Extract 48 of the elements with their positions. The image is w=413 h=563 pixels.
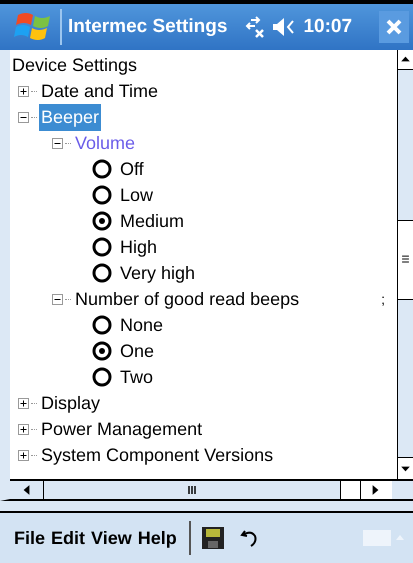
tree-item[interactable]: Number of good read beeps — [73, 286, 302, 312]
option-label[interactable]: Off — [120, 156, 144, 182]
expand-icon[interactable] — [18, 424, 29, 434]
radio-button[interactable] — [92, 211, 112, 231]
save-icon[interactable] — [200, 526, 225, 550]
scroll-up-icon[interactable] — [398, 50, 413, 70]
option-label[interactable]: Medium — [120, 208, 184, 234]
collapse-icon[interactable] — [52, 138, 63, 148]
menu-item[interactable]: File — [14, 524, 46, 552]
radio-button[interactable] — [92, 367, 112, 387]
option-label[interactable]: One — [120, 338, 154, 364]
scroll-right-icon[interactable] — [360, 481, 392, 499]
radio-button[interactable] — [92, 341, 112, 361]
close-icon — [385, 18, 403, 36]
radio-button[interactable] — [92, 159, 112, 179]
collapse-icon[interactable] — [18, 112, 29, 122]
close-button[interactable] — [379, 11, 409, 43]
scroll-down-icon[interactable] — [398, 457, 413, 479]
menu-item[interactable]: Help — [138, 524, 177, 552]
radio-button[interactable] — [92, 185, 112, 205]
expand-icon[interactable] — [18, 86, 29, 96]
tree-item[interactable]: System Component Versions — [39, 442, 276, 468]
cut-off-text: ; — [381, 290, 385, 308]
clock[interactable]: 10:07 — [303, 12, 352, 42]
option-label[interactable]: None — [120, 312, 164, 338]
scroll-thumb[interactable] — [340, 481, 360, 499]
option-label[interactable]: Low — [120, 182, 154, 208]
radio-button[interactable] — [92, 315, 112, 335]
option-label[interactable]: Two — [120, 364, 154, 390]
option-label[interactable]: High — [120, 234, 158, 260]
radio-button[interactable] — [92, 237, 112, 257]
menu-item[interactable]: View — [91, 524, 132, 552]
radio-button[interactable] — [92, 263, 112, 283]
expand-icon[interactable] — [18, 398, 29, 408]
window-title: Intermec Settings — [68, 14, 228, 39]
option-label[interactable]: Very high — [120, 260, 196, 286]
collapse-icon[interactable] — [52, 294, 63, 304]
tree-root[interactable]: Device Settings — [12, 52, 138, 78]
tree-item[interactable]: Display — [39, 390, 102, 416]
tree-item[interactable]: Power Management — [39, 416, 204, 442]
tree-item[interactable]: Volume — [73, 130, 138, 156]
tree-item[interactable]: Beeper — [39, 104, 102, 130]
tree-item[interactable]: Date and Time — [39, 78, 160, 104]
expand-icon[interactable] — [18, 450, 29, 460]
scroll-thumb[interactable] — [398, 220, 413, 300]
horizontal-scrollbar[interactable] — [10, 479, 413, 499]
menu-item[interactable]: Edit — [51, 524, 86, 552]
vertical-scrollbar[interactable] — [397, 50, 413, 479]
